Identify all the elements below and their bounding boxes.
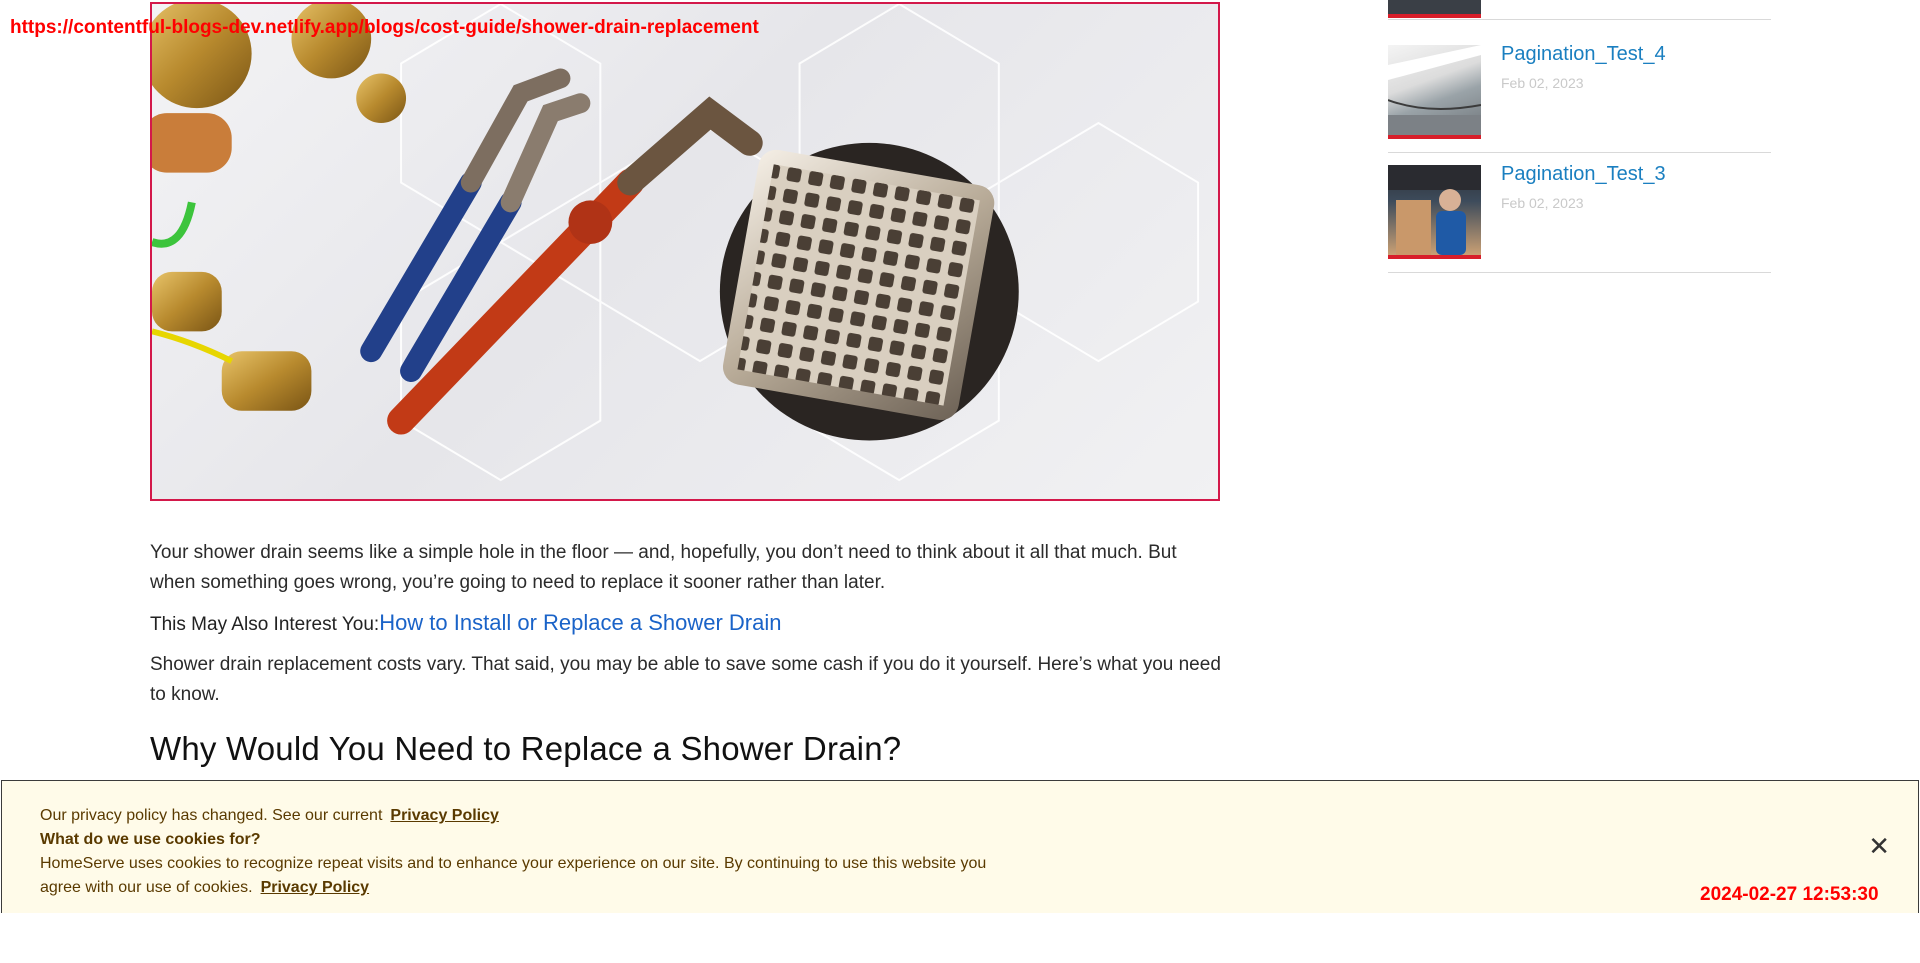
related-label: This May Also Interest You: xyxy=(150,614,380,635)
cookie-description: HomeServe uses cookies to recognize repe… xyxy=(40,855,987,872)
post-thumbnail[interactable] xyxy=(1388,0,1481,18)
related-article: This May Also Interest You:How to Instal… xyxy=(150,608,1222,640)
cookie-agreement-line: agree with our use of cookies. Privacy Po… xyxy=(40,879,369,897)
section-heading: Why Would You Need to Replace a Shower D… xyxy=(150,730,902,767)
cookie-banner: Our privacy policy has changed. See our … xyxy=(1,780,1919,913)
intro-paragraph: Your shower drain seems like a simple ho… xyxy=(150,542,1177,593)
cookie-agreement-text: agree with our use of cookies. xyxy=(40,879,253,896)
house-eave-image xyxy=(1388,45,1481,135)
sidebar-post[interactable]: Pagination_Test_4 Feb 02, 2023 xyxy=(1388,33,1771,153)
related-article-link[interactable]: How to Install or Replace a Shower Drain xyxy=(379,610,781,635)
privacy-policy-link[interactable]: Privacy Policy xyxy=(390,807,499,824)
cost-paragraph: Shower drain replacement costs vary. Tha… xyxy=(150,654,1221,705)
post-thumbnail[interactable] xyxy=(1388,45,1481,139)
url-overlay: https://contentful-blogs-dev.netlify.app… xyxy=(10,17,759,38)
post-thumbnail[interactable] xyxy=(1388,165,1481,259)
sidebar-post-title[interactable]: Pagination_Test_4 xyxy=(1501,43,1666,66)
timestamp-overlay: 2024-02-27 12:53:30 xyxy=(1700,884,1879,905)
close-icon[interactable]: ✕ xyxy=(1868,831,1890,862)
article-body: Your shower drain seems like a simple ho… xyxy=(150,538,1222,768)
sidebar-post-title[interactable]: Pagination_Test_3 xyxy=(1501,163,1666,186)
technician-image xyxy=(1388,165,1481,255)
hero-image xyxy=(150,2,1220,501)
sidebar-post-date: Feb 02, 2023 xyxy=(1501,75,1584,91)
plumbing-tools-illustration xyxy=(152,4,1200,482)
sidebar-post[interactable]: Pagination_Test_3 Feb 02, 2023 xyxy=(1388,153,1771,273)
cookie-question: What do we use cookies for? xyxy=(40,831,261,848)
sidebar-post-partial[interactable] xyxy=(1388,0,1771,20)
privacy-policy-link-2[interactable]: Privacy Policy xyxy=(261,879,370,896)
sidebar-post-date: Feb 02, 2023 xyxy=(1501,195,1584,211)
cookie-policy-text: Our privacy policy has changed. See our … xyxy=(40,807,383,824)
cookie-policy-line: Our privacy policy has changed. See our … xyxy=(40,807,499,825)
